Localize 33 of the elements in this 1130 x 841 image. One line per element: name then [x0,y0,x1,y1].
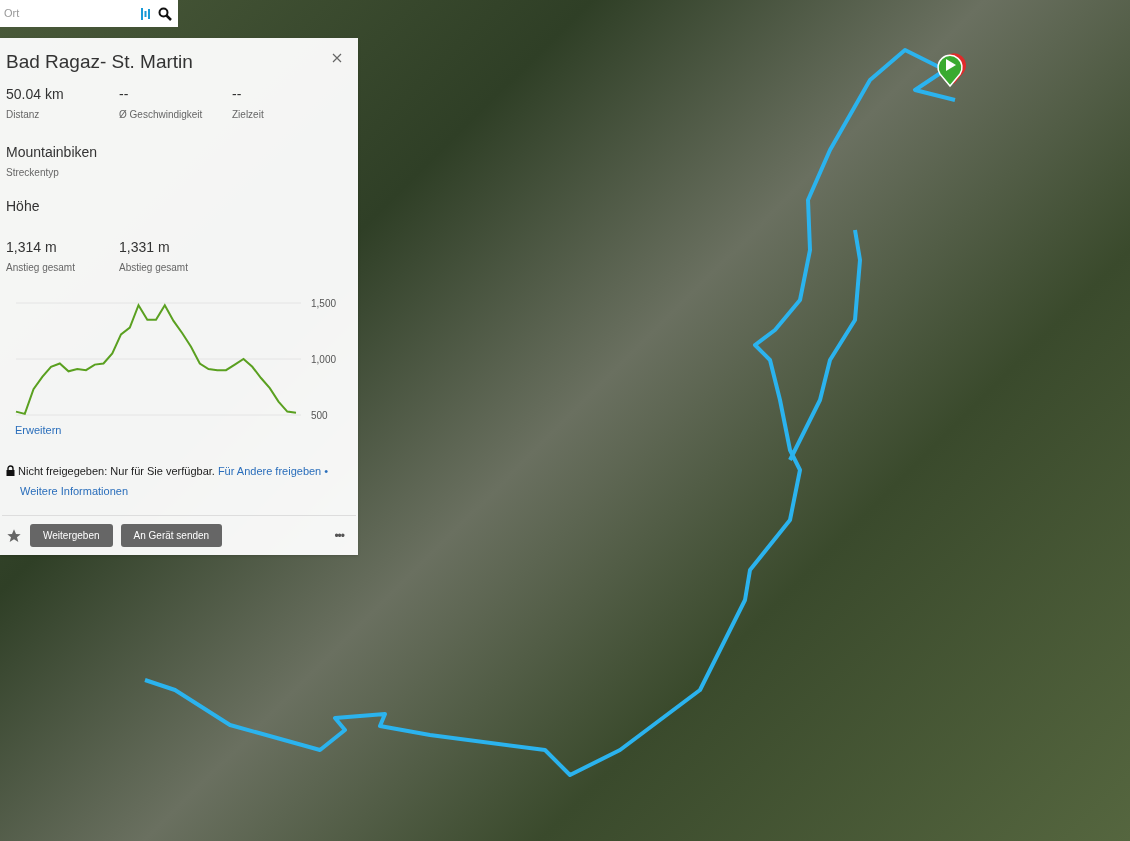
axis-tick-label: 1,500 [311,297,337,309]
stat-label: Ø Geschwindigkeit [119,107,204,122]
action-button[interactable]: Weitergeben [30,524,113,547]
route-type-label: Streckentyp [6,165,60,180]
stat-label: Abstieg gesamt [119,260,188,275]
axis-tick-label: 500 [311,409,328,421]
stat-label: Zielzeit [232,107,264,122]
search-field[interactable]: Ort [0,0,178,27]
close-icon [332,53,342,63]
stat-label: Distanz [6,107,41,122]
star-icon[interactable] [6,527,22,544]
stat-value: -- [232,84,243,104]
separator-dot: • [324,463,329,479]
stat-value: -- [119,84,130,104]
privacy-text: Nicht freigegeben: Nur für Sie verfügbar. [18,463,215,479]
action-button[interactable]: An Gerät senden [120,524,223,547]
search-icon[interactable] [158,6,172,21]
lock-icon [6,465,15,476]
stat-value: 1,331 m [119,237,171,257]
more-button[interactable]: ••• [334,526,344,545]
elevation-heading: Höhe [6,196,41,216]
bars-icon[interactable] [141,6,150,21]
route-title: Bad Ragaz- St. Martin [6,50,193,74]
close-button[interactable] [332,52,344,64]
route-type: Mountainbiken [6,142,99,162]
stat-value: 50.04 km [6,84,65,104]
search-input: Ort [4,5,133,22]
stat-value: 1,314 m [6,237,58,257]
expand-link[interactable]: Erweitern [15,423,62,436]
axis-tick-label: 1,000 [311,353,337,365]
share-link[interactable]: Für Andere freigeben [217,460,322,481]
stat-label: Anstieg gesamt [6,260,76,275]
info-link[interactable]: Weitere Informationen [20,484,129,497]
